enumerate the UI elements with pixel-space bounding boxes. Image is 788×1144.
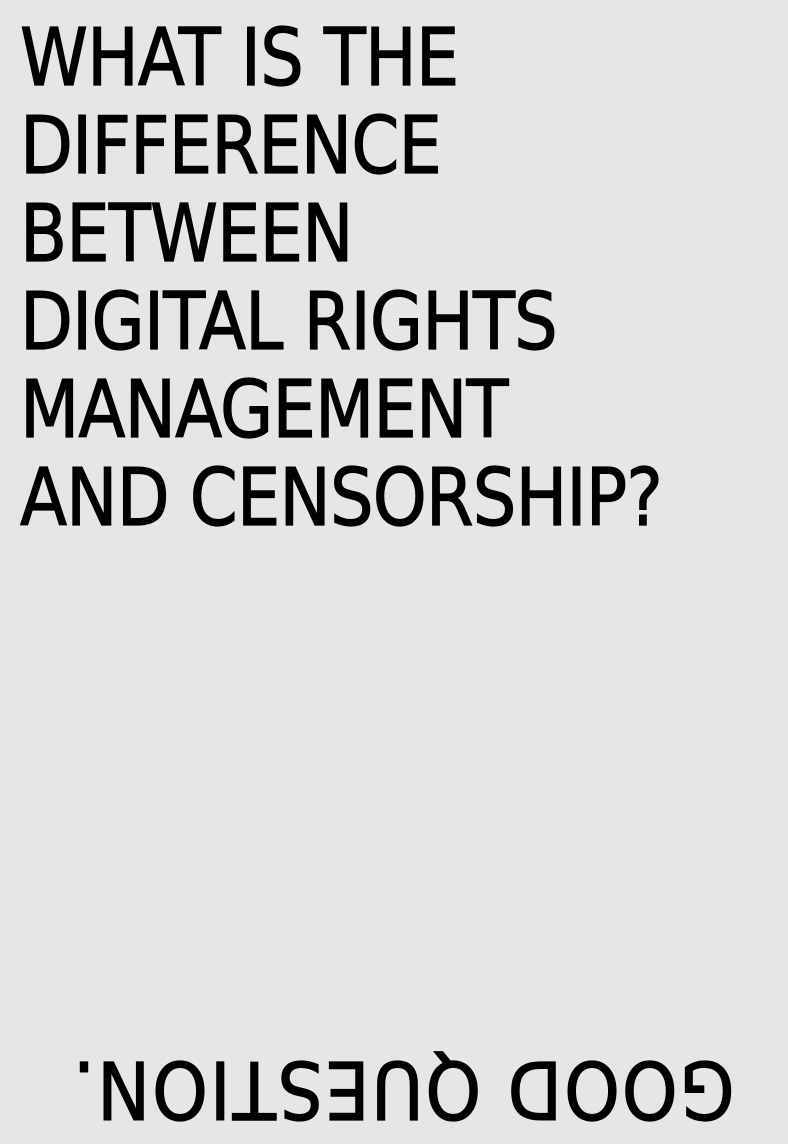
question-line-3: BETWEEN	[19, 188, 354, 280]
answer-block: GOOD QUESTION.	[0, 1042, 772, 1136]
question-line-2: DIFFERENCE	[19, 100, 442, 192]
question-line-1: WHAT IS THE	[19, 12, 459, 104]
question-line-5: MANAGEMENT	[19, 364, 509, 456]
question-line-4: DIGITAL RIGHTS	[19, 276, 558, 368]
question-headline: WHAT IS THE DIFFERENCE BETWEEN DIGITAL R…	[19, 12, 663, 544]
question-line-6: AND CENSORSHIP?	[19, 452, 663, 544]
upside-down-answer: GOOD QUESTION.	[71, 1042, 736, 1135]
